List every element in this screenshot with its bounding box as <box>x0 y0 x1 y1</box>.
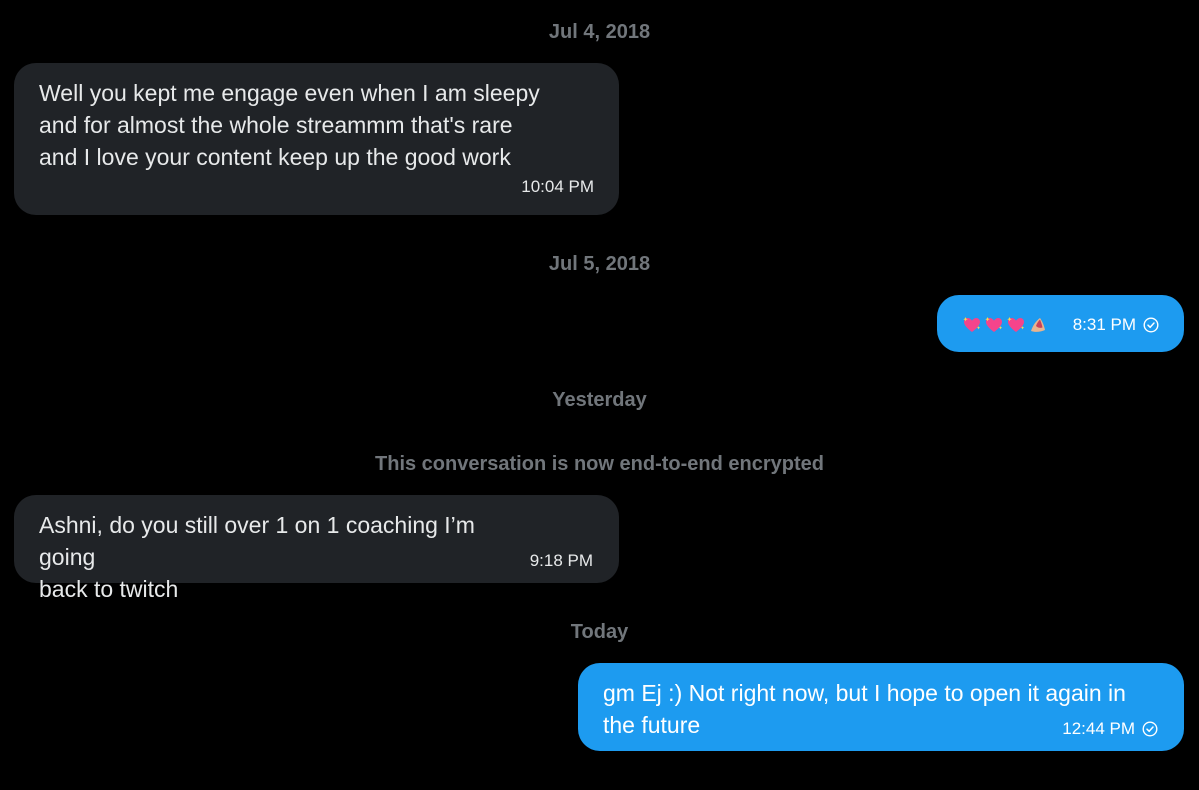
message-meta: 8:31 PM <box>1073 315 1159 335</box>
nail-polish-icon <box>1031 318 1045 332</box>
message-bubble-sent[interactable]: 8:31 PM <box>937 295 1184 352</box>
sparkling-heart-icon <box>985 317 1003 332</box>
message-text: Ashni, do you still over 1 on 1 coaching… <box>39 512 475 602</box>
date-separator-jul-5: Jul 5, 2018 <box>548 253 651 275</box>
message-timestamp: 12:44 PM <box>1062 719 1135 738</box>
sparkling-heart-icon <box>963 317 981 332</box>
message-meta: 12:44 PM <box>1062 719 1158 739</box>
message-timestamp: 10:04 PM <box>521 177 594 196</box>
message-text: Well you kept me engage even when I am s… <box>39 80 540 170</box>
date-separator-jul-4: Jul 4, 2018 <box>548 21 651 43</box>
message-meta: 9:18 PM <box>530 551 593 571</box>
message-timestamp: 9:18 PM <box>529 551 593 570</box>
message-meta: 10:04 PM <box>39 177 594 197</box>
message-bubble-received[interactable]: Ashni, do you still over 1 on 1 coaching… <box>14 495 619 602</box>
message-bubble-received[interactable]: Well you kept me engage even when I am s… <box>14 63 619 215</box>
date-separator-yesterday: Yesterday <box>552 389 647 411</box>
message-timestamp: 8:31 PM <box>1072 315 1136 334</box>
check-circle-icon <box>1143 317 1159 333</box>
message-bubble-sent[interactable]: gm Ej :) Not right now, but I hope to op… <box>578 663 1184 751</box>
date-separator-today: Today <box>570 621 629 643</box>
emoji-row <box>962 315 1048 335</box>
sparkling-heart-icon <box>1007 317 1025 332</box>
check-circle-icon <box>1142 721 1158 737</box>
encryption-notice: This conversation is now end-to-end encr… <box>375 453 824 475</box>
